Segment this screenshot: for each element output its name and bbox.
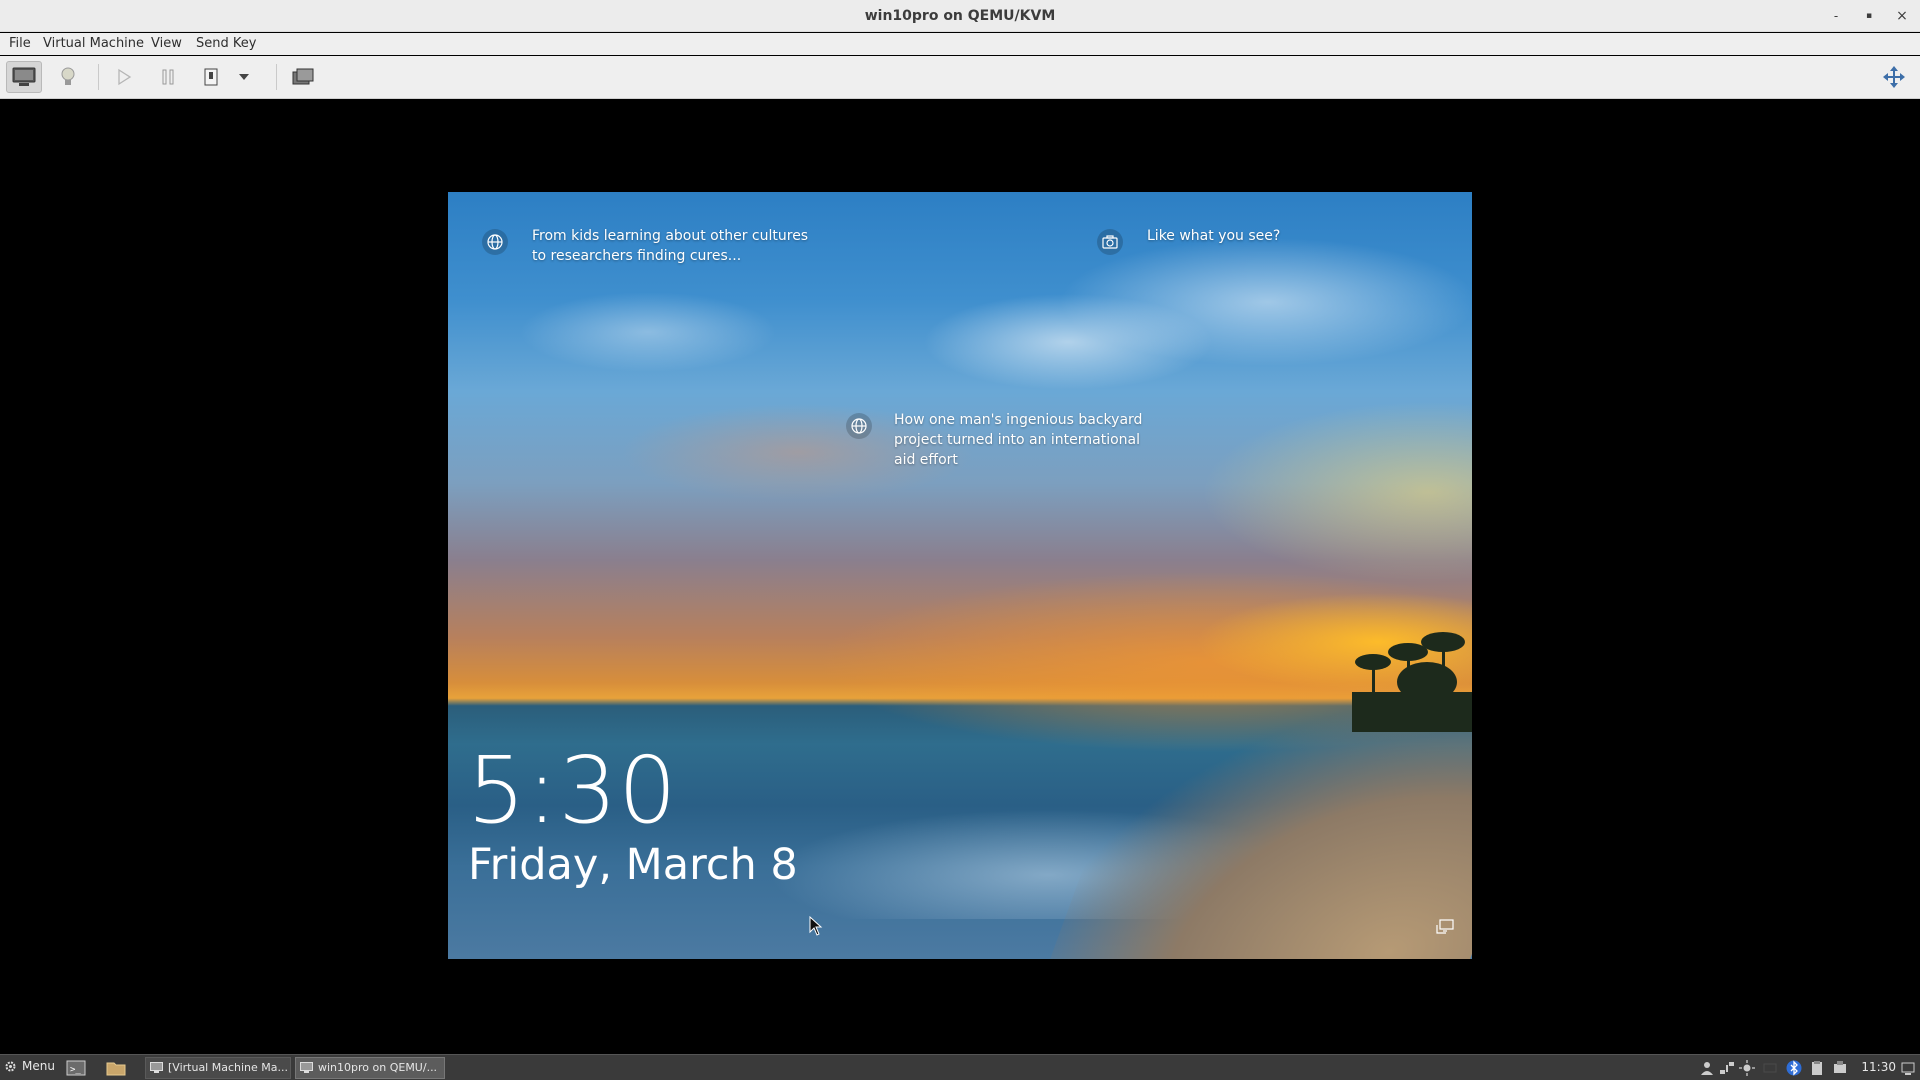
taskbar-clock[interactable]: 11:30 [1861, 1060, 1896, 1074]
lock-screen-date: Friday, March 8 [468, 840, 798, 890]
dropdown-arrow-icon [239, 74, 249, 80]
show-desktop-icon[interactable] [1900, 1060, 1916, 1076]
minimize-button[interactable]: - [1825, 6, 1847, 26]
close-button[interactable]: × [1891, 6, 1913, 26]
fullscreen-button[interactable] [1876, 61, 1912, 93]
window-titlebar[interactable]: win10pro on QEMU/KVM - ▪ × [0, 0, 1920, 32]
task-label: win10pro on QEMU/... [318, 1061, 438, 1074]
folder-launcher-icon[interactable] [106, 1059, 126, 1077]
beach-sand [1042, 709, 1472, 959]
maximize-button[interactable]: ▪ [1858, 6, 1880, 26]
details-button[interactable] [50, 61, 86, 93]
run-button[interactable] [106, 61, 142, 93]
fullscreen-icon [1883, 66, 1905, 88]
taskbar-task-win10pro[interactable]: win10pro on QEMU/... [295, 1057, 445, 1079]
taskbar: Menu >_ [Virtual Machine Ma... win10pro … [0, 1054, 1920, 1080]
svg-text:>_: >_ [70, 1065, 81, 1075]
console-icon [12, 67, 36, 86]
start-menu-button[interactable]: Menu [4, 1059, 55, 1073]
menu-send-key[interactable]: Send Key [196, 36, 256, 51]
start-menu-label: Menu [22, 1059, 55, 1073]
globe-icon[interactable] [846, 413, 872, 439]
clipboard-icon[interactable] [1809, 1060, 1825, 1076]
vm-display[interactable]: From kids learning about other cultures … [0, 100, 1920, 1054]
monitor-icon [300, 1062, 313, 1073]
pause-icon [162, 69, 174, 85]
spotlight-hotspot-text[interactable]: From kids learning about other cultures … [532, 226, 822, 266]
lightbulb-icon [61, 67, 75, 85]
like-what-you-see-link[interactable]: Like what you see? [1147, 226, 1280, 246]
pause-button[interactable] [150, 61, 186, 93]
blank-tray-icon[interactable] [1762, 1060, 1778, 1076]
snapshot-icon [292, 68, 314, 85]
menu-view[interactable]: View [151, 36, 182, 51]
terminal-launcher-icon[interactable]: >_ [66, 1059, 86, 1077]
gear-icon [5, 1061, 16, 1071]
shutdown-dropdown-button[interactable] [232, 61, 256, 93]
taskbar-task-virtual-machine-manager[interactable]: [Virtual Machine Ma... [145, 1057, 291, 1079]
camera-icon[interactable] [1097, 229, 1123, 255]
user-icon[interactable] [1699, 1060, 1715, 1076]
brightness-icon[interactable] [1739, 1060, 1755, 1076]
lock-screen-time: 5:30 [467, 737, 678, 844]
task-label: [Virtual Machine Ma... [168, 1061, 288, 1074]
window-title: win10pro on QEMU/KVM [864, 8, 1056, 24]
monitor-icon [150, 1062, 163, 1073]
menubar: File Virtual Machine View Send Key [0, 33, 1920, 55]
console-button[interactable] [6, 61, 42, 93]
shutdown-button[interactable] [193, 61, 229, 93]
spotlight-hotspot-text[interactable]: How one man's ingenious backyard project… [894, 410, 1164, 470]
toolbar-separator [98, 64, 99, 90]
menu-virtual-machine[interactable]: Virtual Machine [43, 36, 144, 51]
updates-icon[interactable] [1832, 1060, 1848, 1076]
windows-lock-screen[interactable]: From kids learning about other cultures … [448, 192, 1472, 959]
shutdown-icon [204, 68, 218, 86]
mouse-cursor-icon [809, 916, 823, 936]
toolbar-separator [276, 64, 277, 90]
palm-trees-image [1352, 632, 1472, 732]
snapshot-button[interactable] [285, 61, 321, 93]
globe-icon[interactable] [482, 229, 508, 255]
run-icon [118, 68, 132, 86]
ease-of-access-icon[interactable] [1436, 919, 1454, 935]
menu-file[interactable]: File [9, 36, 31, 51]
bluetooth-icon[interactable] [1786, 1060, 1802, 1076]
network-icon[interactable] [1719, 1060, 1735, 1076]
toolbar [0, 56, 1920, 99]
